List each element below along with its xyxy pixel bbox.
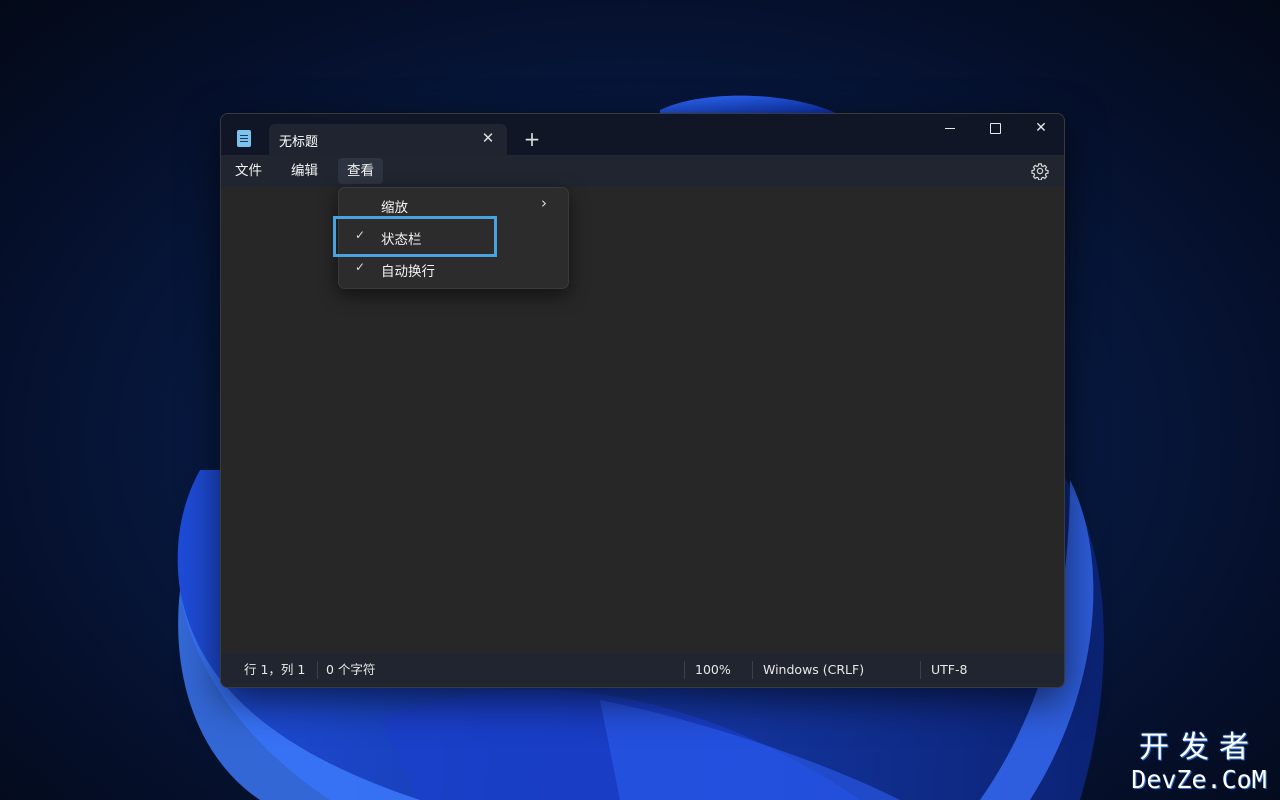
tab-untitled[interactable]: 无标题 ✕ xyxy=(269,124,507,155)
chevron-right-icon: › xyxy=(541,194,547,212)
menu-item-label: 缩放 xyxy=(381,200,408,216)
status-cursor-position: 行 1，列 1 xyxy=(244,662,306,677)
tab-title: 无标题 xyxy=(279,135,319,150)
status-bar: 行 1，列 1 0 个字符 100% Windows (CRLF) UTF-8 xyxy=(221,653,1064,687)
menu-edit[interactable]: 编辑 xyxy=(282,158,327,184)
title-bar[interactable]: 无标题 ✕ + ✕ xyxy=(221,114,1064,155)
menu-bar: 文件 编辑 查看 xyxy=(221,155,1064,187)
menu-item-zoom[interactable]: 缩放 › xyxy=(343,191,564,219)
menu-item-label: 自动换行 xyxy=(381,264,435,280)
checkmark-icon: ✓ xyxy=(355,260,366,274)
status-encoding[interactable]: UTF-8 xyxy=(931,662,967,678)
status-divider xyxy=(920,661,921,679)
status-char-count: 0 个字符 xyxy=(326,662,376,677)
highlight-annotation xyxy=(333,216,497,257)
maximize-icon xyxy=(989,122,1001,134)
status-divider xyxy=(752,661,753,679)
watermark-en: DevZe.CoM xyxy=(1131,765,1267,794)
status-divider xyxy=(684,661,685,679)
menu-view[interactable]: 查看 xyxy=(338,158,383,184)
watermark-logo: 开发者 DevZe.CoM xyxy=(1124,730,1274,794)
tab-close-button[interactable]: ✕ xyxy=(476,126,500,150)
maximize-button[interactable] xyxy=(972,114,1018,144)
status-zoom[interactable]: 100% xyxy=(695,662,731,678)
minimize-button[interactable] xyxy=(927,114,973,144)
menu-file[interactable]: 文件 xyxy=(226,158,271,184)
minimize-icon xyxy=(945,127,955,129)
new-tab-button[interactable]: + xyxy=(519,126,545,152)
status-line-ending[interactable]: Windows (CRLF) xyxy=(763,662,864,678)
menu-item-word-wrap[interactable]: ✓ 自动换行 xyxy=(343,255,564,283)
notepad-icon xyxy=(237,130,251,147)
close-window-button[interactable]: ✕ xyxy=(1018,114,1064,144)
gear-icon[interactable] xyxy=(1031,162,1049,180)
status-divider xyxy=(317,661,318,679)
watermark-cn: 开发者 xyxy=(1139,730,1259,765)
